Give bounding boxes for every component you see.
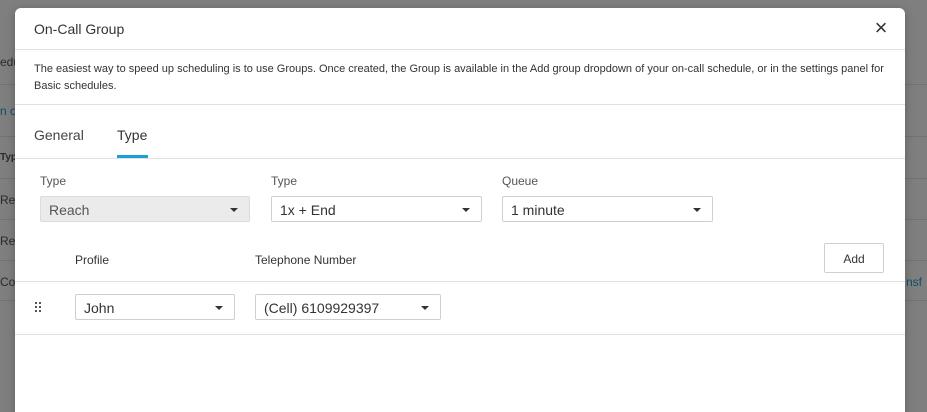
queue-label: Queue <box>502 174 539 188</box>
type-label: Type <box>40 174 67 188</box>
telephone-select[interactable]: (Cell) 6109929397 <box>255 294 441 320</box>
divider <box>15 158 905 159</box>
chevron-down-icon <box>230 208 238 212</box>
type-label: Type <box>271 174 298 188</box>
modal-title: On-Call Group <box>34 21 125 37</box>
queue-select-value: 1 minute <box>511 202 565 218</box>
telephone-select-value: (Cell) 6109929397 <box>264 300 380 316</box>
queue-select[interactable]: 1 minute <box>502 196 713 222</box>
chevron-down-icon <box>693 208 701 212</box>
close-icon[interactable]: × <box>871 17 891 39</box>
on-call-group-modal: On-Call Group × The easiest way to speed… <box>15 8 905 412</box>
divider <box>15 281 905 282</box>
chevron-down-icon <box>421 306 429 310</box>
background-link: nsf <box>906 275 923 289</box>
tab-general[interactable]: General <box>34 127 84 143</box>
type-select[interactable]: 1x + End <box>271 196 482 222</box>
modal-description: The easiest way to speed up scheduling i… <box>34 63 884 92</box>
add-button[interactable]: Add <box>824 243 884 273</box>
tab-type[interactable]: Type <box>117 127 147 143</box>
type-select-disabled: Reach <box>40 196 250 222</box>
modal-header: On-Call Group × <box>15 8 905 50</box>
drag-handle-icon[interactable] <box>35 302 43 314</box>
background-text: Re <box>0 234 16 248</box>
profile-select[interactable]: John <box>75 294 235 320</box>
type-select-value: Reach <box>49 202 90 218</box>
profile-column-header: Profile <box>75 253 110 267</box>
chevron-down-icon <box>462 208 470 212</box>
telephone-column-header: Telephone Number <box>255 253 357 267</box>
background-text: Co <box>0 275 16 289</box>
background-text: Re <box>0 193 16 207</box>
profile-select-value: John <box>84 300 115 316</box>
type-select-value: 1x + End <box>280 202 336 218</box>
divider <box>15 104 905 105</box>
chevron-down-icon <box>215 306 223 310</box>
divider <box>15 334 905 335</box>
